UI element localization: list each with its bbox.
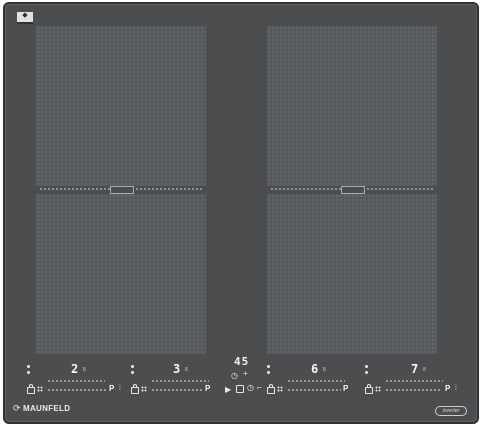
zone-3-sub-display: 8 bbox=[323, 367, 326, 373]
zone-1-booster-extra-icon[interactable]: ⁞ bbox=[119, 385, 121, 393]
zone-1-power-slider[interactable] bbox=[47, 380, 105, 382]
cooking-zone-left-top bbox=[36, 26, 206, 186]
zone-4-booster-extra-icon[interactable]: ⁞ bbox=[455, 385, 457, 393]
zone-4-grid-icon[interactable] bbox=[375, 386, 381, 392]
timer-display: 45 bbox=[234, 355, 250, 368]
zone-4-power-slider[interactable] bbox=[385, 380, 443, 382]
certification-badge-icon: ◆ bbox=[17, 12, 33, 24]
flex-zone-divider-left bbox=[39, 186, 203, 194]
zone-2-booster-button[interactable]: P bbox=[205, 385, 210, 393]
zone-1-booster-button[interactable]: P bbox=[109, 385, 114, 393]
zone-1-timer-slider[interactable] bbox=[47, 389, 107, 391]
zone-2-timer-slider[interactable] bbox=[151, 389, 203, 391]
zone-3-booster-button[interactable]: P bbox=[343, 385, 348, 393]
zone-2-power-slider[interactable] bbox=[151, 380, 209, 382]
key-icon[interactable]: ⌐ bbox=[257, 384, 262, 392]
clock-icon[interactable]: ◷ bbox=[247, 384, 254, 392]
zone-2-lock-icon[interactable] bbox=[131, 384, 139, 394]
play-icon[interactable]: ▶ bbox=[225, 386, 231, 394]
zone-3-indicator-dots bbox=[267, 365, 270, 377]
zone-4-lock-icon[interactable] bbox=[365, 384, 373, 394]
induction-cooktop: ◆ 2 8 P ⁞ 3 8 P 45 ◷ + ▶ ◷ ⌐ 6 8 P 7 8 P… bbox=[3, 2, 479, 424]
zone-1-indicator-dots bbox=[27, 365, 30, 377]
zone-1-power-display: 2 bbox=[71, 362, 80, 376]
zone-3-timer-slider[interactable] bbox=[287, 389, 341, 391]
inverter-badge: inverter bbox=[435, 406, 467, 416]
zone-3-lock-icon[interactable] bbox=[267, 384, 275, 394]
zone-4-timer-slider[interactable] bbox=[385, 389, 441, 391]
zone-4-indicator-dots bbox=[365, 365, 368, 377]
zone-3-power-display: 6 bbox=[311, 362, 320, 376]
minus-plus-icon[interactable]: + bbox=[243, 370, 248, 378]
zone-2-indicator-dots bbox=[131, 365, 134, 377]
cooking-zone-right-top bbox=[267, 26, 437, 186]
flex-zone-divider-right bbox=[270, 186, 434, 194]
zone-3-grid-icon[interactable] bbox=[277, 386, 283, 392]
zone-2-power-display: 3 bbox=[173, 362, 182, 376]
zone-2-sub-display: 8 bbox=[185, 367, 188, 373]
zone-2-grid-icon[interactable] bbox=[141, 386, 147, 392]
zone-1-lock-icon[interactable] bbox=[27, 384, 35, 394]
cooking-zone-left-bottom bbox=[36, 194, 206, 354]
zone-4-booster-button[interactable]: P bbox=[445, 385, 450, 393]
maunfeld-logo-icon: ⟳ bbox=[13, 403, 21, 413]
timer-icon[interactable]: ◷ bbox=[231, 372, 238, 380]
pause-icon[interactable] bbox=[236, 385, 244, 393]
zone-4-power-display: 7 bbox=[411, 362, 420, 376]
zone-1-sub-display: 8 bbox=[83, 367, 86, 373]
zone-1-grid-icon[interactable] bbox=[37, 386, 43, 392]
zone-4-sub-display: 8 bbox=[423, 367, 426, 373]
cooking-zone-right-bottom bbox=[267, 194, 437, 354]
brand-name: MAUNFELD bbox=[23, 404, 71, 413]
zone-3-power-slider[interactable] bbox=[287, 380, 345, 382]
